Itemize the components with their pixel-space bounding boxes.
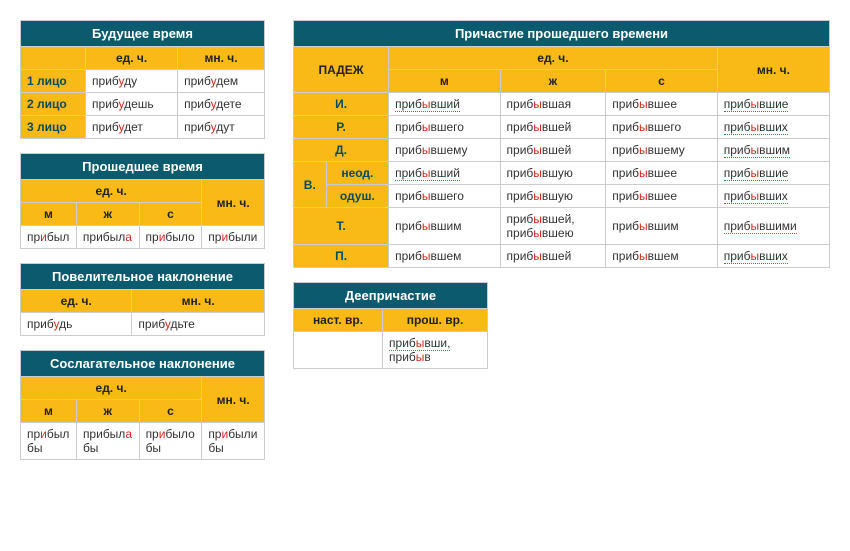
- future-title: Будущее время: [21, 21, 265, 47]
- imp-title: Повелительное наклонение: [21, 264, 265, 290]
- de-title: Деепричастие: [294, 283, 488, 309]
- table-participle: Причастие прошедшего времени ПАДЕЖ ед. ч…: [293, 20, 830, 268]
- past-title: Прошедшее время: [21, 154, 265, 180]
- subj-title: Сослагательное наклонение: [21, 351, 265, 377]
- table-future: Будущее время ед. ч. мн. ч. 1 лицо прибу…: [20, 20, 265, 139]
- table-past: Прошедшее время ед. ч. мн. ч. м ж с приб…: [20, 153, 265, 249]
- table-converb: Деепричастие наст. вр. прош. вр. прибывш…: [293, 282, 488, 369]
- table-subjunctive: Сослагательное наклонение ед. ч. мн. ч. …: [20, 350, 265, 460]
- part-title: Причастие прошедшего времени: [294, 21, 830, 47]
- table-imperative: Повелительное наклонение ед. ч. мн. ч. п…: [20, 263, 265, 336]
